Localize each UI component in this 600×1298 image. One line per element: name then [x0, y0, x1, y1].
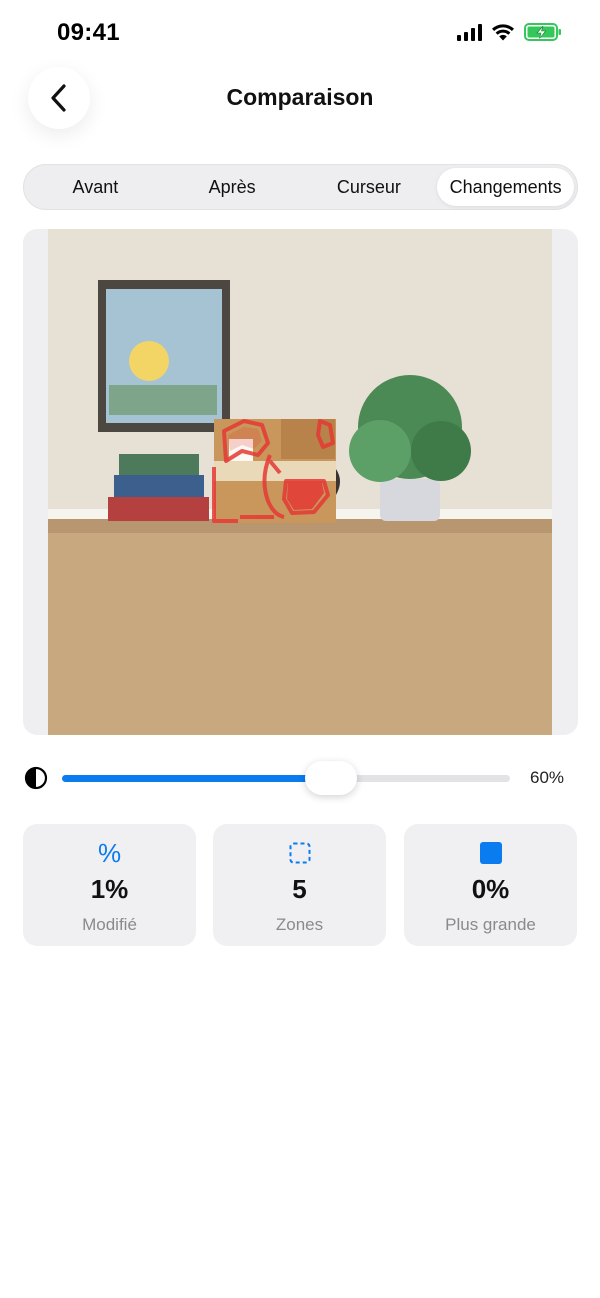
stat-label: Plus grande: [445, 915, 536, 934]
page-title: Comparaison: [226, 84, 374, 110]
stat-label: Zones: [275, 915, 324, 934]
percent-icon: %: [97, 837, 122, 868]
status-bar: 09:41: [0, 0, 600, 64]
stat-value: 5: [292, 874, 307, 904]
scene-image: [48, 229, 552, 735]
dashed-square-icon: [289, 840, 311, 866]
filled-square-icon: [479, 840, 502, 866]
stat-card-modified: % 1% Modifié: [23, 824, 196, 946]
slider-value: 60%: [530, 768, 565, 787]
tab-avant[interactable]: Avant: [27, 168, 164, 206]
stat-card-largest: 0% Plus grande: [404, 824, 577, 946]
contrast-icon: [24, 766, 48, 790]
comparison-image-card: [23, 229, 578, 735]
stat-value: 1%: [90, 874, 129, 904]
tab-curseur[interactable]: Curseur: [301, 168, 438, 206]
slider-thumb[interactable]: [304, 761, 357, 795]
comparison-tabs: Avant Après Curseur Changements: [23, 164, 578, 210]
opacity-slider[interactable]: [62, 761, 510, 795]
wifi-icon: [492, 24, 514, 41]
battery-charging-icon: [524, 23, 561, 41]
slider-fill: [62, 775, 331, 782]
stat-value: 0%: [471, 874, 510, 904]
stat-card-zones: 5 Zones: [213, 824, 386, 946]
tab-changements[interactable]: Changements: [437, 168, 574, 206]
cellular-signal-icon: [457, 23, 482, 41]
status-icons: [457, 22, 562, 42]
status-time: 09:41: [57, 19, 120, 46]
stat-label: Modifié: [82, 915, 137, 934]
tab-apres[interactable]: Après: [164, 168, 301, 206]
